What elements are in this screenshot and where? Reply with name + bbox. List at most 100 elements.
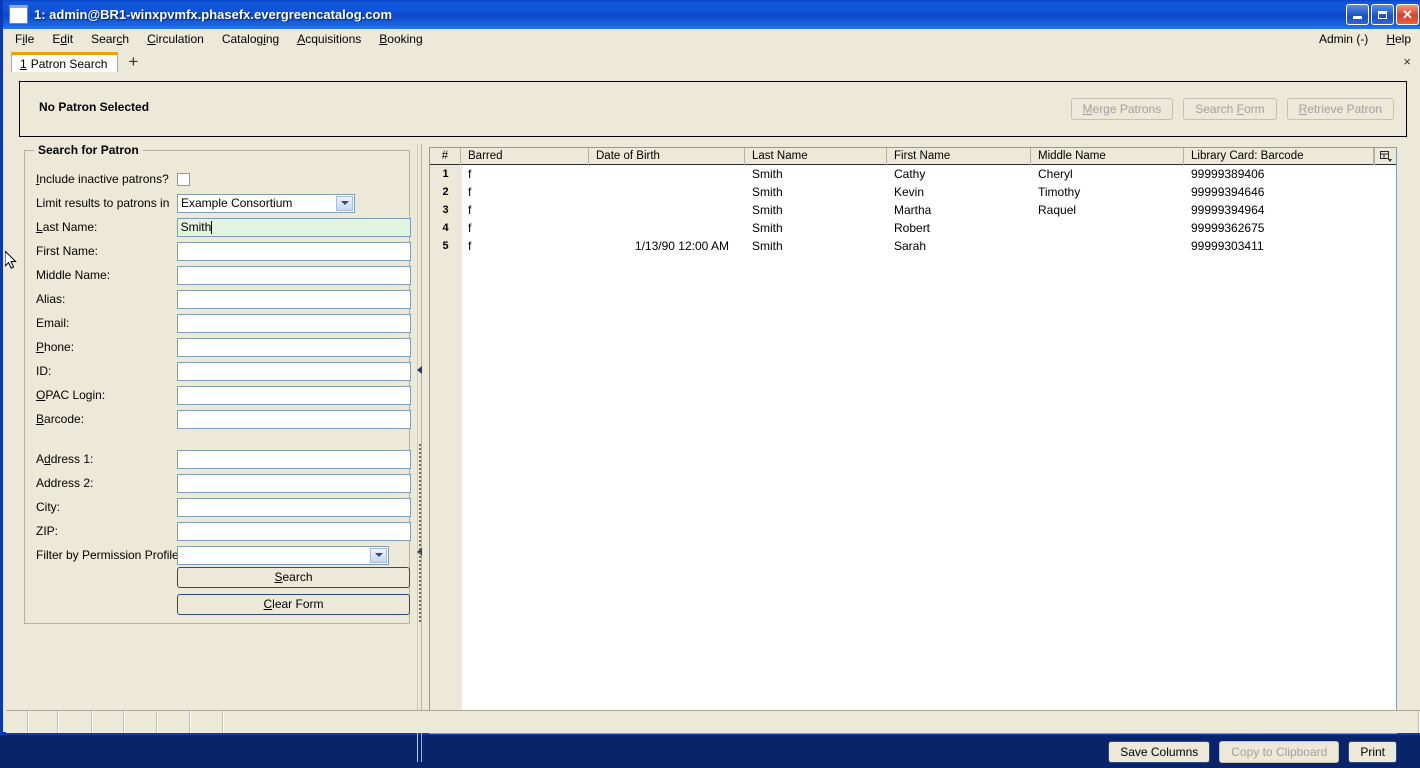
- form-row: Phone:: [25, 335, 411, 359]
- first-name-input[interactable]: [176, 241, 411, 261]
- menu-search[interactable]: Search: [82, 30, 138, 49]
- tab-number: 1: [20, 56, 27, 71]
- status-bar: [6, 710, 1420, 733]
- city-input[interactable]: [176, 497, 411, 517]
- cell-num: 2: [430, 183, 461, 201]
- cell-barcode: 99999394964: [1191, 203, 1265, 217]
- status-segment-6: [158, 711, 191, 733]
- menu-cataloging[interactable]: Cataloging: [213, 30, 288, 49]
- chevron-down-icon[interactable]: [336, 195, 353, 211]
- form-row: Limit results to patrons in Example Conso…: [25, 191, 411, 215]
- status-segment-4: [93, 711, 126, 733]
- search-button[interactable]: Search: [177, 566, 410, 588]
- cell-first: Cathy: [894, 167, 926, 181]
- column-header-middle[interactable]: Middle Name: [1031, 147, 1184, 165]
- clear-form-button[interactable]: Clear Form: [177, 593, 410, 615]
- cell-barcode: 99999394646: [1191, 185, 1265, 199]
- address-1-input[interactable]: [176, 449, 411, 469]
- field-value: Smith: [180, 220, 212, 234]
- form-row: ZIP:: [25, 519, 411, 543]
- address-2-input[interactable]: [176, 473, 411, 493]
- menu-help[interactable]: Help: [1377, 30, 1420, 49]
- column-header-barcode[interactable]: Library Card: Barcode: [1184, 147, 1374, 165]
- label-city: City:: [36, 500, 60, 514]
- splitter-grip[interactable]: [419, 444, 422, 644]
- tab-label: Patron Search: [30, 56, 108, 71]
- table-row[interactable]: 3 f Smith Martha Raquel 99999394964: [430, 201, 1396, 219]
- menu-bar-left: File Edit Search Circulation Cataloging Acqui…: [6, 30, 432, 49]
- cell-num: 4: [430, 219, 461, 237]
- maximize-button[interactable]: [1371, 4, 1394, 25]
- filter-by-permission-profile-select[interactable]: [177, 545, 389, 565]
- include-inactive-patrons-checkbox[interactable]: [177, 172, 190, 186]
- splitter-collapse-arrow-top[interactable]: [417, 366, 422, 374]
- patron-results-grid: # Barred Date of Birth Last Name First Name M…: [429, 147, 1397, 734]
- table-row[interactable]: 1 f Smith Cathy Cheryl 99999389406: [430, 165, 1396, 183]
- last-name-input[interactable]: Smith: [176, 217, 411, 237]
- column-header-num[interactable]: #: [430, 147, 461, 165]
- label-address-1: Address 1:: [36, 452, 94, 466]
- cell-middle: [1031, 237, 1184, 255]
- status-segment-1: [6, 711, 29, 733]
- cell-barred: f: [468, 239, 472, 253]
- cell-first: Sarah: [894, 239, 927, 253]
- alias-input[interactable]: [176, 289, 411, 309]
- clear-form-button-label: Clear Form: [263, 597, 324, 611]
- chevron-down-icon[interactable]: [370, 547, 387, 563]
- cell-dob: [589, 219, 745, 237]
- form-row: Alias:: [25, 287, 411, 311]
- menu-admin[interactable]: Admin (-): [1310, 30, 1377, 49]
- cell-middle: Timothy: [1038, 185, 1081, 199]
- menu-bar-right: Admin (-) Help: [1310, 30, 1420, 49]
- menu-booking[interactable]: Booking: [370, 30, 431, 49]
- close-icon[interactable]: ✕: [1396, 4, 1419, 25]
- label-middle-name: Middle Name:: [36, 268, 111, 282]
- table-row[interactable]: 5 f 1/13/90 12:00 AM Smith Sarah 99999303411: [430, 237, 1396, 255]
- cell-barred: f: [468, 203, 472, 217]
- limit-results-to-patrons-in-selected-value: Example Consortium: [181, 196, 293, 210]
- phone-input[interactable]: [176, 337, 411, 357]
- menu-file[interactable]: File: [6, 30, 43, 49]
- panel-splitter[interactable]: [415, 144, 429, 762]
- print-button[interactable]: Print: [1348, 741, 1397, 763]
- column-header-dob[interactable]: Date of Birth: [589, 147, 745, 165]
- cell-middle: Raquel: [1038, 203, 1077, 217]
- opac-login-input[interactable]: [176, 385, 411, 405]
- save-columns-button[interactable]: Save Columns: [1108, 741, 1211, 763]
- cell-barred: f: [468, 185, 472, 199]
- menu-edit[interactable]: Edit: [43, 30, 82, 49]
- tab-patron-search[interactable]: 1 Patron Search: [11, 52, 119, 73]
- new-tab-button[interactable]: +: [118, 53, 148, 70]
- menu-acquisitions[interactable]: Acquisitions: [288, 30, 370, 49]
- cell-last: Smith: [752, 167, 783, 181]
- label-alias: Alias:: [36, 292, 66, 306]
- retrieve-patron-button: Retrieve Patron: [1286, 98, 1394, 120]
- column-header-first[interactable]: First Name: [887, 147, 1031, 165]
- column-header-last[interactable]: Last Name: [745, 147, 887, 165]
- search-form-button: Search Form: [1183, 98, 1277, 120]
- menu-bar: File Edit Search Circulation Cataloging Acqui…: [6, 29, 1420, 51]
- form-row: Address 2:: [25, 471, 411, 495]
- barcode-input[interactable]: [176, 409, 411, 429]
- minimize-button[interactable]: [1346, 4, 1369, 25]
- close-tab-icon[interactable]: ×: [1403, 54, 1411, 69]
- zip-input[interactable]: [176, 521, 411, 541]
- table-row[interactable]: 2 f Smith Kevin Timothy 99999394646: [430, 183, 1396, 201]
- menu-circulation[interactable]: Circulation: [138, 30, 213, 49]
- email-input[interactable]: [176, 313, 411, 333]
- table-row[interactable]: 4 f Smith Robert 99999362675: [430, 219, 1396, 237]
- middle-name-input[interactable]: [176, 265, 411, 285]
- results-body[interactable]: 1 f Smith Cathy Cheryl 99999389406 2 f Smith Kevi…: [430, 165, 1396, 733]
- copy-to-clipboard-button: Copy to Clipboard: [1219, 741, 1340, 763]
- column-header-barred[interactable]: Barred: [461, 147, 589, 165]
- cell-barcode: 99999362675: [1191, 221, 1265, 235]
- patron-status-label: No Patron Selected: [39, 100, 150, 114]
- column-picker-icon[interactable]: [1374, 147, 1396, 165]
- id-input[interactable]: [176, 361, 411, 381]
- limit-results-to-patrons-in-select[interactable]: Example Consortium: [177, 193, 355, 213]
- status-segment-2: [29, 711, 59, 733]
- application-window: 1: admin@BR1-winxpvmfx.phasefx.evergreen…: [0, 0, 1420, 763]
- cell-last: Smith: [752, 185, 783, 199]
- patron-summary-band: No Patron Selected Merge Patrons Search F…: [19, 81, 1407, 137]
- form-row: Filter by Permission Profile:: [25, 543, 411, 567]
